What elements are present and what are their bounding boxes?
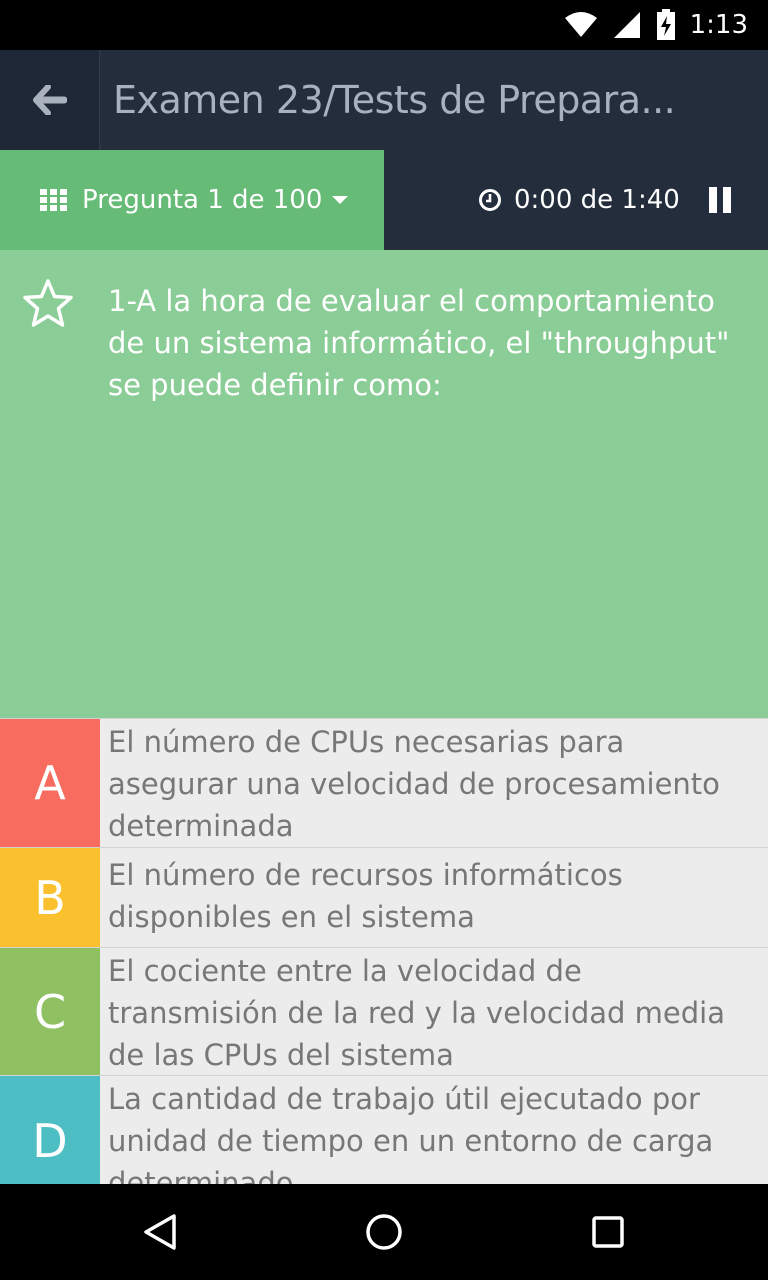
answer-text: El número de CPUs necesarias para asegur… bbox=[108, 725, 720, 843]
pause-button[interactable] bbox=[700, 180, 740, 220]
status-time: 1:13 bbox=[689, 10, 748, 40]
answer-letter: D bbox=[0, 1076, 100, 1184]
back-button[interactable] bbox=[0, 50, 100, 150]
arrow-left-icon bbox=[32, 85, 67, 115]
grid-icon bbox=[40, 189, 67, 211]
pause-icon bbox=[709, 187, 731, 213]
favorite-button[interactable] bbox=[22, 278, 74, 330]
answer-option-b[interactable]: B El número de recursos informáticos dis… bbox=[0, 847, 768, 947]
answer-letter: C bbox=[0, 948, 100, 1075]
answer-text: La cantidad de trabajo útil ejecutado po… bbox=[108, 1082, 714, 1184]
signal-icon bbox=[613, 12, 640, 38]
nav-recents-button[interactable] bbox=[584, 1208, 632, 1256]
timer-label: 0:00 de 1:40 bbox=[514, 185, 680, 215]
status-icons: 1:13 bbox=[564, 8, 748, 42]
answer-option-a[interactable]: A El número de CPUs necesarias para aseg… bbox=[0, 718, 768, 847]
answer-option-d[interactable]: D La cantidad de trabajo útil ejecutado … bbox=[0, 1075, 768, 1184]
triangle-back-icon bbox=[144, 1214, 176, 1250]
nav-back-button[interactable] bbox=[136, 1208, 184, 1256]
wifi-icon bbox=[564, 12, 597, 37]
answer-text: El número de recursos informáticos dispo… bbox=[108, 858, 623, 934]
answer-letter: B bbox=[0, 848, 100, 947]
exam-toolbar: Pregunta 1 de 100 0:00 de 1:40 bbox=[0, 150, 768, 250]
answer-text: El cociente entre la velocidad de transm… bbox=[108, 954, 726, 1072]
nav-home-button[interactable] bbox=[360, 1208, 408, 1256]
answer-option-c[interactable]: C El cociente entre la velocidad de tran… bbox=[0, 947, 768, 1075]
system-navigation-bar bbox=[0, 1184, 768, 1280]
question-selector-dropdown[interactable]: Pregunta 1 de 100 bbox=[0, 150, 384, 250]
answer-letter: A bbox=[0, 719, 100, 847]
square-recents-icon bbox=[592, 1216, 624, 1248]
caret-down-icon bbox=[332, 196, 349, 204]
question-text: 1-A la hora de evaluar el comportamiento… bbox=[108, 284, 730, 402]
app-bar: Examen 23/Tests de Prepara... bbox=[0, 50, 768, 150]
page-title: Examen 23/Tests de Prepara... bbox=[113, 78, 676, 122]
answer-list: A El número de CPUs necesarias para aseg… bbox=[0, 718, 768, 1184]
clock-icon bbox=[479, 189, 501, 211]
star-icon bbox=[23, 279, 73, 327]
question-counter: Pregunta 1 de 100 bbox=[82, 185, 323, 215]
exam-timer: 0:00 de 1:40 bbox=[478, 150, 680, 250]
question-area: 1-A la hora de evaluar el comportamiento… bbox=[0, 250, 768, 718]
battery-charging-icon bbox=[656, 9, 675, 40]
circle-home-icon bbox=[366, 1214, 402, 1250]
status-bar: 1:13 bbox=[0, 0, 768, 50]
